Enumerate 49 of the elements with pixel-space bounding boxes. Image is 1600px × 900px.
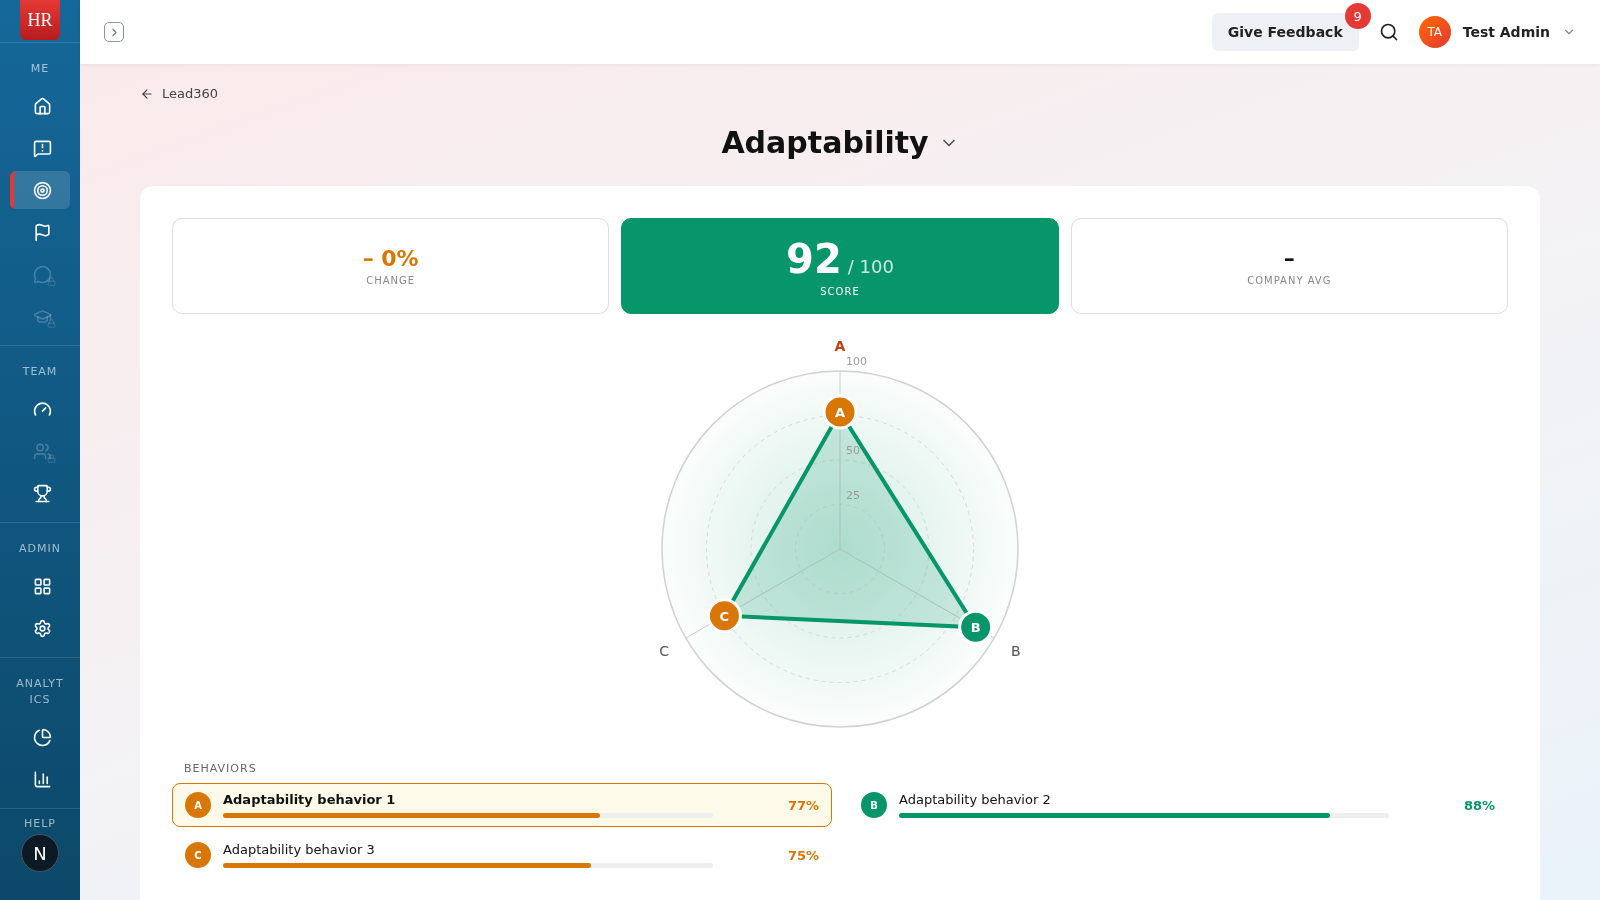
behavior-letter: B [861, 792, 887, 818]
section-title: BEHAVIORS [184, 762, 258, 775]
search-button[interactable] [1378, 22, 1399, 42]
radar-axis-label: C [659, 642, 670, 659]
user-menu[interactable]: TA Test Admin [1418, 16, 1576, 48]
behavior-letter: C [185, 842, 211, 868]
sidebar-section-title: TEAM [21, 364, 59, 380]
user-name: Test Admin [1462, 24, 1550, 40]
radar-tick-label: 25 [846, 488, 860, 502]
behavior-name: Adaptability behavior 1 [223, 792, 397, 807]
sidebar-section-title: ANALYT ICS [15, 676, 65, 708]
radar-axis-label: A [834, 338, 846, 354]
behavior-item[interactable]: C Adaptability behavior 3 75% [172, 833, 832, 877]
lock-icon [47, 454, 56, 463]
app-logo[interactable]: HR [20, 0, 60, 40]
expand-sidebar-button[interactable] [104, 22, 124, 42]
behavior-name: Adaptability behavior 3 [223, 842, 376, 857]
notification-count: 9 [1344, 3, 1371, 29]
radar-tick-label: 50 [846, 444, 860, 457]
stat-label: SCORE [820, 285, 860, 297]
behavior-percent: 88% [1462, 797, 1495, 813]
stat-value: – 0% [362, 246, 419, 271]
sidebar-section-title: ME [29, 61, 51, 77]
arrow-left-icon [140, 86, 154, 101]
stat-value: 92 [786, 235, 842, 282]
user-avatar: TA [1418, 16, 1451, 48]
competency-selector[interactable]: Adaptability [721, 125, 959, 160]
behavior-percent: 77% [786, 797, 819, 813]
behavior-percent: 75% [786, 847, 819, 863]
radar-point-marker: A [822, 394, 858, 430]
lock-icon [47, 319, 56, 328]
sidebar-section-title: ADMIN [18, 541, 62, 557]
stat-label: CHANGE [366, 275, 416, 286]
back-link[interactable]: Lead360 [140, 86, 219, 101]
behavior-item[interactable]: B Adaptability behavior 2 88% [848, 783, 1508, 827]
behavior-letter: A [185, 792, 211, 818]
radar-tick-label: 100 [846, 355, 867, 368]
sidebar-item[interactable] [10, 171, 70, 209]
back-link-label: Lead360 [162, 86, 219, 101]
sidebar-section-title: HELP [24, 817, 56, 830]
help-avatar[interactable]: N [21, 834, 59, 872]
stat-label: COMPANY AVG [1247, 275, 1332, 286]
behavior-item[interactable]: A Adaptability behavior 1 77% [172, 783, 832, 827]
search-icon [1378, 22, 1399, 42]
stat-value: – [1283, 246, 1295, 271]
radar-axis-label: B [1011, 642, 1021, 659]
lock-icon [47, 277, 56, 286]
stat-max: / 100 [847, 255, 894, 277]
behavior-name: Adaptability behavior 2 [899, 792, 1052, 807]
